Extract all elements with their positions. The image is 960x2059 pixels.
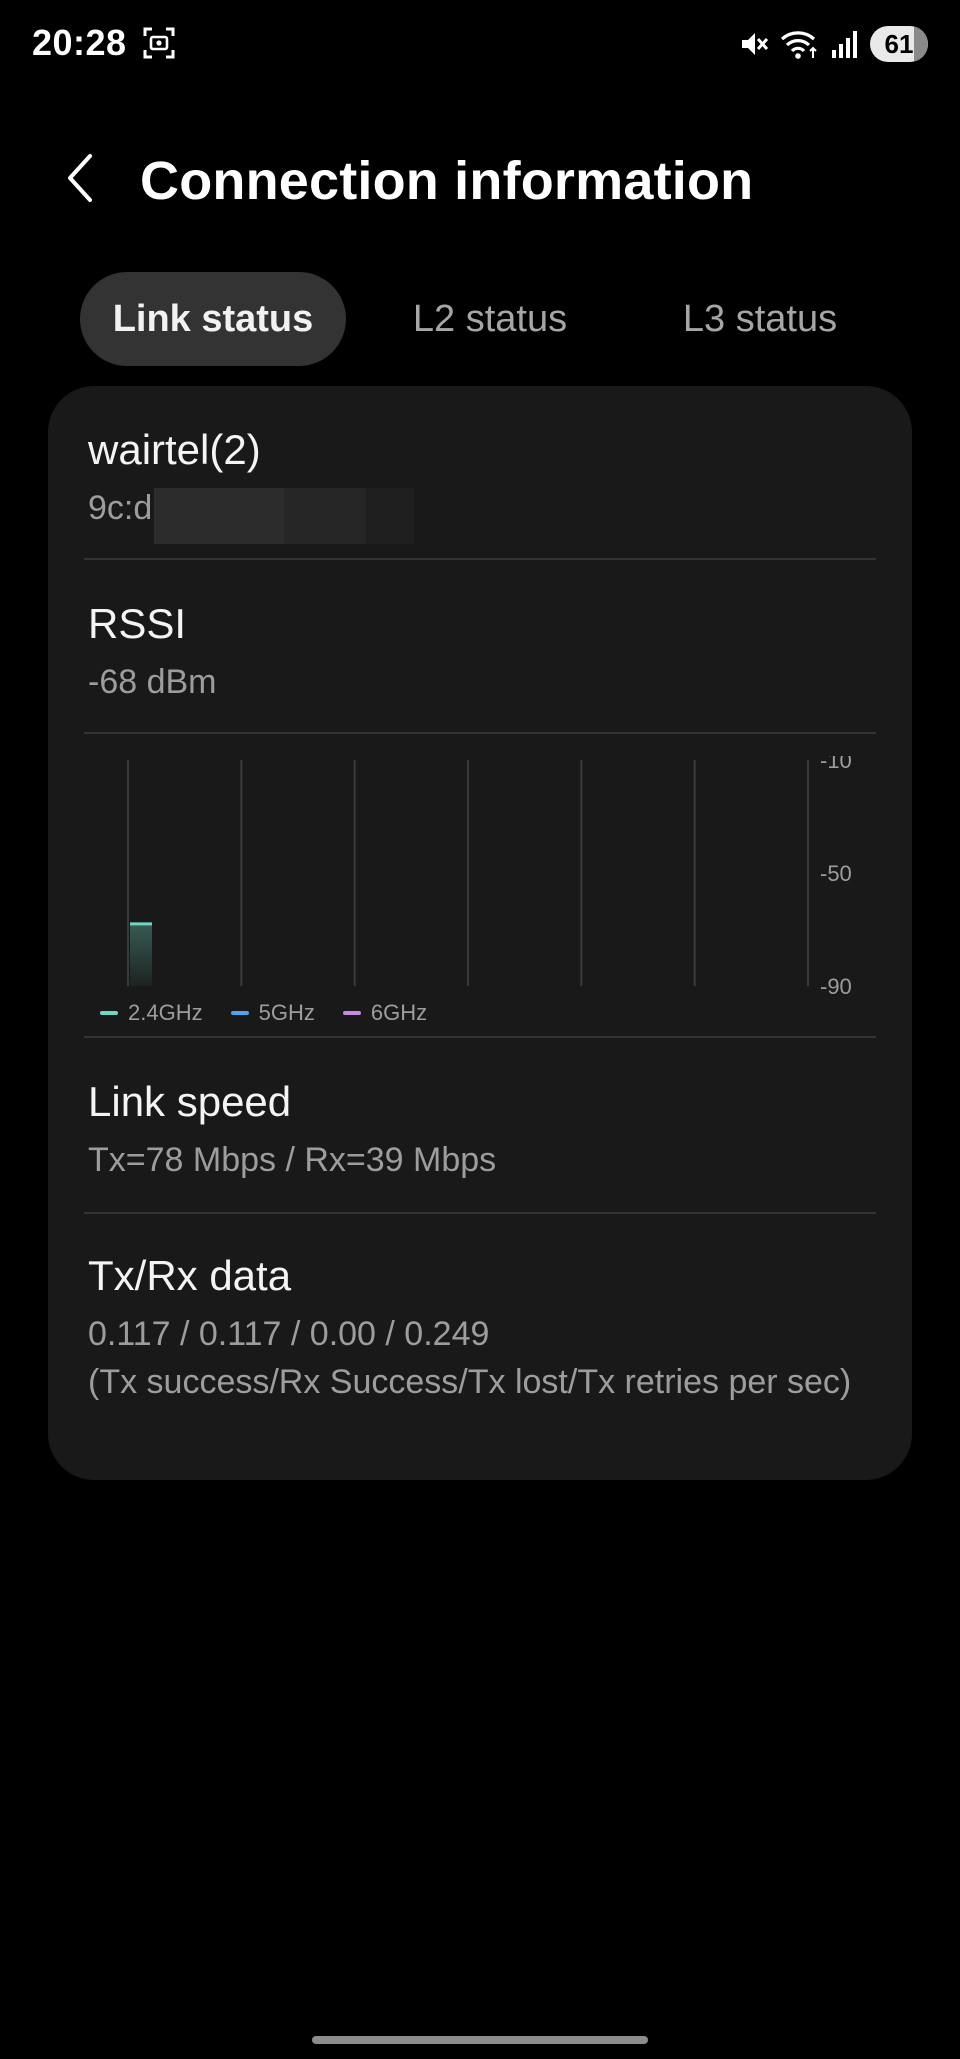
network-ssid: wairtel(2) <box>88 426 261 473</box>
legend-label-24ghz: 2.4GHz <box>128 1000 203 1025</box>
divider <box>84 558 876 560</box>
legend-item-6ghz: 6GHz <box>342 1000 428 1026</box>
legend-label-5ghz: 5GHz <box>258 1000 315 1025</box>
wifi-icon <box>780 31 817 59</box>
chart-legend: 2.4GHz 5GHz 6GHz <box>100 1000 441 1026</box>
txrx-note: (Tx success/Rx Success/Tx lost/Tx retrie… <box>88 1363 852 1401</box>
legend-swatch-5ghz <box>230 1011 249 1015</box>
tab-bar: Link status L2 status L3 status <box>80 272 880 366</box>
tab-link-status[interactable]: Link status <box>80 272 346 366</box>
signal-icon <box>832 31 857 58</box>
y-tick-label: -50 <box>820 861 852 886</box>
rssi-row: RSSI -68 dBm <box>88 600 878 706</box>
status-icons: 61 <box>738 24 928 64</box>
legend-item-24ghz: 2.4GHz <box>100 1000 203 1026</box>
y-tick-label: -90 <box>820 974 852 999</box>
link-speed-value: Tx=78 Mbps / Rx=39 Mbps <box>88 1141 497 1179</box>
link-status-card: wairtel(2) 9c:d RSSI -68 dBm -10 -50 -90 2… <box>48 386 912 1480</box>
legend-swatch-24ghz <box>100 1011 118 1015</box>
rssi-value: -68 dBm <box>88 663 217 701</box>
legend-swatch-6ghz <box>342 1011 361 1015</box>
battery-icon: 61 <box>870 26 928 62</box>
tab-l3-status[interactable]: L3 status <box>640 272 880 366</box>
home-indicator[interactable] <box>312 2036 648 2044</box>
divider <box>84 1212 876 1214</box>
mac-redaction <box>154 488 414 544</box>
mute-icon <box>742 33 769 55</box>
txrx-title: Tx/Rx data <box>88 1252 292 1299</box>
battery-level: 61 <box>884 28 914 59</box>
status-bar: 20:28 61 <box>0 0 960 88</box>
mac-address-text: 9c:d <box>88 489 153 527</box>
page-title: Connection information <box>140 151 754 211</box>
link-speed-row: Link speed Tx=78 Mbps / Rx=39 Mbps <box>88 1078 878 1184</box>
legend-label-6ghz: 6GHz <box>370 1000 428 1025</box>
txrx-value: 0.117 / 0.117 / 0.00 / 0.249 <box>88 1315 490 1353</box>
divider <box>84 1036 876 1038</box>
link-speed-title: Link speed <box>88 1078 292 1125</box>
rssi-chart: -10 -50 -90 <box>127 756 852 999</box>
legend-item-5ghz: 5GHz <box>230 1000 315 1026</box>
txrx-row: Tx/Rx data 0.117 / 0.117 / 0.00 / 0.249 … <box>88 1252 878 1406</box>
status-time: 20:28 <box>32 22 127 63</box>
chevron-left-icon[interactable] <box>60 150 100 206</box>
mac-address: 9c:d <box>88 484 414 544</box>
divider <box>84 732 876 734</box>
rssi-bar <box>130 923 152 986</box>
tab-l2-status[interactable]: L2 status <box>380 272 600 366</box>
network-row: wairtel(2) 9c:d <box>88 426 878 544</box>
screenshot-icon <box>143 27 175 59</box>
rssi-title: RSSI <box>88 600 187 647</box>
y-tick-label: -10 <box>820 756 852 773</box>
